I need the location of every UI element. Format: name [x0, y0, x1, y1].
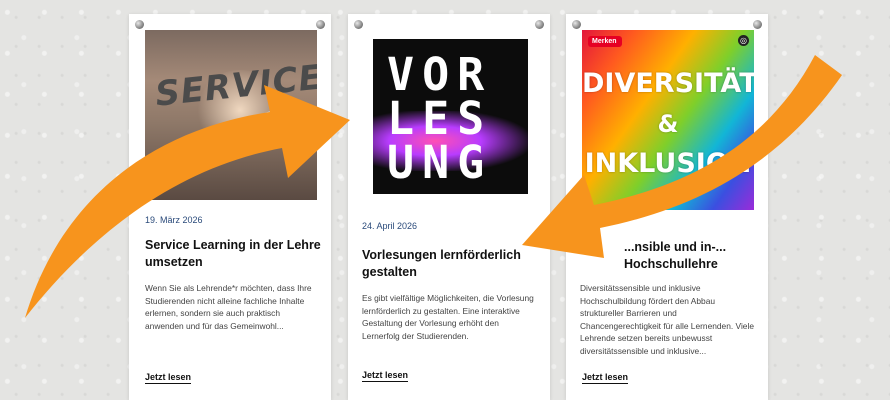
pin-icon: [753, 20, 762, 29]
article-excerpt: Diversitätssensible und inklusive Hochsc…: [580, 283, 754, 356]
article-card-vorlesungen[interactable]: VOR LES UNG 24. April 2026 Vorlesungen l…: [348, 14, 550, 400]
pin-icon: [535, 20, 544, 29]
article-image-service[interactable]: SERVICE: [145, 30, 317, 200]
pin-icon: [572, 20, 581, 29]
article-card-service-learning[interactable]: SERVICE 19. März 2026 Service Learning i…: [129, 14, 331, 400]
read-more-link[interactable]: Jetzt lesen: [582, 372, 629, 384]
article-title[interactable]: ...nsible und in-... Hochschullehre: [624, 239, 764, 273]
image-word-line: VOR: [387, 48, 493, 101]
article-excerpt: Wenn Sie als Lehrende*r möchten, dass Ih…: [145, 283, 312, 331]
pin-icon: [354, 20, 363, 29]
read-more-link[interactable]: Jetzt lesen: [145, 372, 192, 384]
pin-icon: [135, 20, 144, 29]
article-image-diversitaet[interactable]: Merken ◎ DIVERSITÄT & INKLUSION: [582, 30, 754, 210]
image-word-line: DIVERSITÄT: [582, 68, 754, 99]
image-word: SERVICE: [153, 57, 317, 115]
article-image-vorlesung[interactable]: VOR LES UNG: [373, 39, 528, 194]
image-word-line: LES: [387, 92, 493, 145]
image-word-line: &: [657, 110, 679, 138]
article-card-diversitaet[interactable]: Merken ◎ DIVERSITÄT & INKLUSION ...nsibl…: [566, 14, 768, 400]
image-word-line: INKLUSION: [584, 148, 752, 179]
pinterest-save-button[interactable]: Merken: [588, 36, 622, 47]
article-title[interactable]: Service Learning in der Lehre umsetzen: [145, 237, 321, 271]
pin-icon: [316, 20, 325, 29]
article-date: 24. April 2026: [362, 221, 418, 231]
article-title[interactable]: Vorlesungen lernförderlich gestalten: [362, 247, 542, 281]
article-excerpt: Es gibt vielfältige Möglichkeiten, die V…: [362, 293, 534, 341]
read-more-link[interactable]: Jetzt lesen: [362, 370, 409, 382]
article-date: 19. März 2026: [145, 215, 203, 225]
camera-lens-icon[interactable]: ◎: [738, 35, 749, 46]
image-word-line: UNG: [387, 136, 493, 189]
